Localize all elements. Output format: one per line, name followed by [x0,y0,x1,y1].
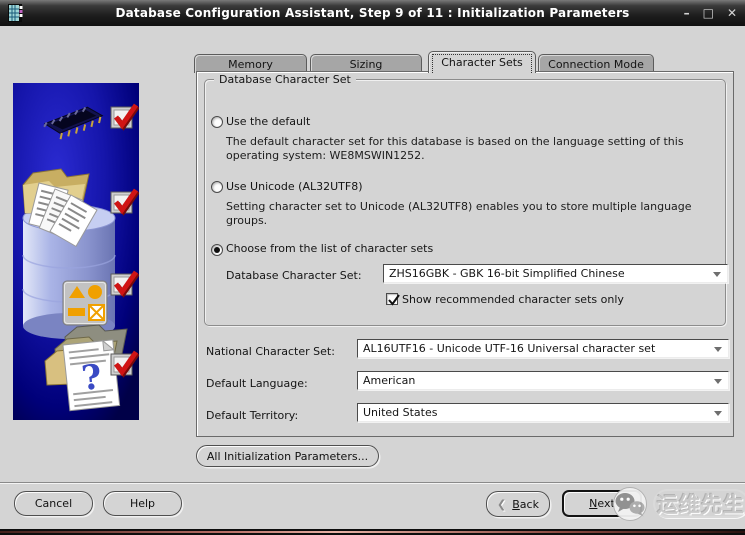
back-label: Back [512,497,539,511]
tab-focus-ring [432,54,532,73]
chevron-down-icon[interactable] [714,347,722,352]
chevron-down-icon[interactable] [713,272,721,277]
db-charset-combobox[interactable]: ZHS16GBK - GBK 16-bit Simplified Chinese [383,264,728,283]
title-bar: Database Configuration Assistant, Step 9… [0,0,745,26]
radio-use-default[interactable] [211,116,223,128]
window-bottom-edge [0,529,745,535]
app-icon [8,4,23,22]
back-chevron-icon: ❮ [497,497,507,511]
radio-use-unicode[interactable] [211,181,223,193]
wizard-illustration: ? [13,83,139,420]
default-language-label: Default Language: [206,377,308,390]
check-icon [388,294,400,306]
window-title: Database Configuration Assistant, Step 9… [115,6,630,20]
chevron-down-icon[interactable] [714,411,722,416]
character-sets-panel: Database Character Set Use the default T… [196,71,734,437]
use-unicode-description: Setting character set to Unicode (AL32UT… [226,200,692,227]
default-language-value: American [363,374,416,387]
default-territory-combobox[interactable]: United States [357,403,729,422]
all-initialization-parameters-button[interactable]: All Initialization Parameters... [196,445,379,467]
wechat-logo-icon [613,487,647,521]
radio-use-unicode-label[interactable]: Use Unicode (AL32UTF8) [226,180,362,193]
tab-character-sets[interactable]: Character Sets [428,51,536,73]
groupbox-title: Database Character Set [214,73,356,86]
back-button[interactable]: ❮ Back [486,491,550,517]
window-controls: – □ ✕ [684,0,737,26]
default-territory-value: United States [363,406,438,419]
db-charset-label: Database Character Set: [226,269,362,282]
all-initialization-parameters-label: All Initialization Parameters... [206,449,369,463]
radio-choose-from-list[interactable] [211,244,223,256]
maximize-icon[interactable]: □ [703,7,714,19]
bottom-red-line [0,531,745,533]
chevron-down-icon[interactable] [714,379,722,384]
minimize-icon[interactable]: – [684,7,690,19]
shapes-icon [62,280,108,326]
national-charset-label: National Character Set: [206,345,335,358]
watermark-text: 运维先生 [653,489,745,518]
cancel-button[interactable]: Cancel [14,491,93,516]
show-recommended-label[interactable]: Show recommended character sets only [402,293,624,306]
use-default-description: The default character set for this datab… [226,135,684,162]
default-territory-label: Default Territory: [206,409,299,422]
tab-sizing-label: Sizing [349,57,383,71]
default-language-combobox[interactable]: American [357,371,729,390]
svg-text:?: ? [80,357,104,399]
tab-memory-label: Memory [228,57,273,71]
footer-separator [0,482,745,484]
radio-use-default-label[interactable]: Use the default [226,115,310,128]
dbca-window: Database Configuration Assistant, Step 9… [0,0,745,535]
close-icon[interactable]: ✕ [727,7,737,19]
show-recommended-checkbox[interactable] [386,293,400,306]
national-charset-value: AL16UTF16 - Unicode UTF-16 Universal cha… [363,342,656,355]
help-label: Help [129,497,156,510]
help-button[interactable]: Help [103,491,182,516]
national-charset-combobox[interactable]: AL16UTF16 - Unicode UTF-16 Universal cha… [357,339,729,358]
db-charset-value: ZHS16GBK - GBK 16-bit Simplified Chinese [389,267,625,280]
radio-choose-from-list-label[interactable]: Choose from the list of character sets [226,242,433,255]
cancel-label: Cancel [34,497,73,510]
tab-connection-mode-label: Connection Mode [548,57,644,71]
